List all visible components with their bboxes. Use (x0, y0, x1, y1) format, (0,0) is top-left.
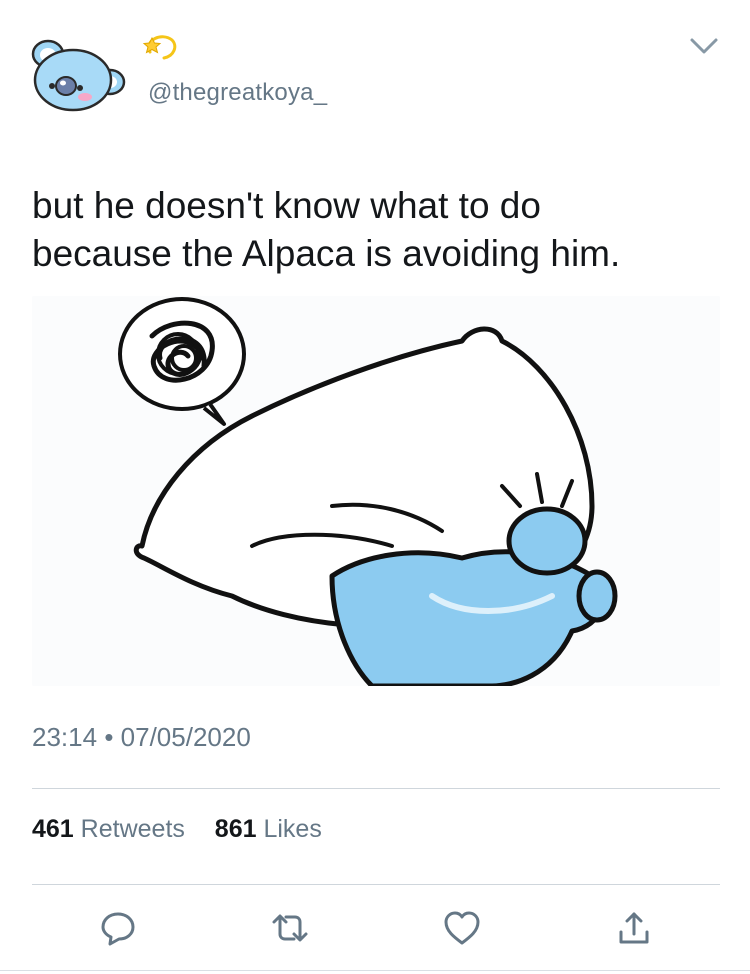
likes-count: 861 (214, 815, 257, 843)
divider (32, 788, 720, 789)
retweets-label: Retweets (80, 815, 185, 843)
retweets-stat[interactable]: 461 Retweets (32, 815, 192, 843)
chevron-down-icon[interactable] (684, 28, 724, 62)
divider (32, 884, 720, 885)
divider (0, 970, 750, 971)
retweet-icon[interactable] (268, 906, 312, 950)
tweet-text: but he doesn't know what to do because t… (32, 185, 621, 274)
reply-icon[interactable] (96, 906, 140, 950)
share-icon[interactable] (612, 906, 656, 950)
likes-stat[interactable]: 861 Likes (208, 815, 322, 843)
tweet-time: 23:14 (32, 722, 98, 752)
tweet-stats: 461 Retweets 861 Likes (32, 815, 322, 844)
dizzy-emoji-icon (142, 30, 178, 64)
avatar[interactable] (28, 34, 128, 114)
koala-avatar-icon (31, 39, 126, 112)
koya-hiding-behind-pillow-sticker (32, 296, 720, 686)
author-handle[interactable]: @thegreatkoya_ (148, 79, 327, 107)
likes-label: Likes (263, 815, 322, 843)
tweet-detail: @thegreatkoya_ but he doesn't know what … (0, 0, 750, 974)
tweet-date: 07/05/2020 (120, 722, 251, 752)
tweet-media-image[interactable] (32, 296, 720, 686)
tweet-timestamp: 23:14 • 07/05/2020 (32, 722, 251, 753)
retweets-count: 461 (32, 815, 74, 843)
timestamp-separator: • (104, 722, 114, 752)
heart-icon[interactable] (440, 906, 484, 950)
